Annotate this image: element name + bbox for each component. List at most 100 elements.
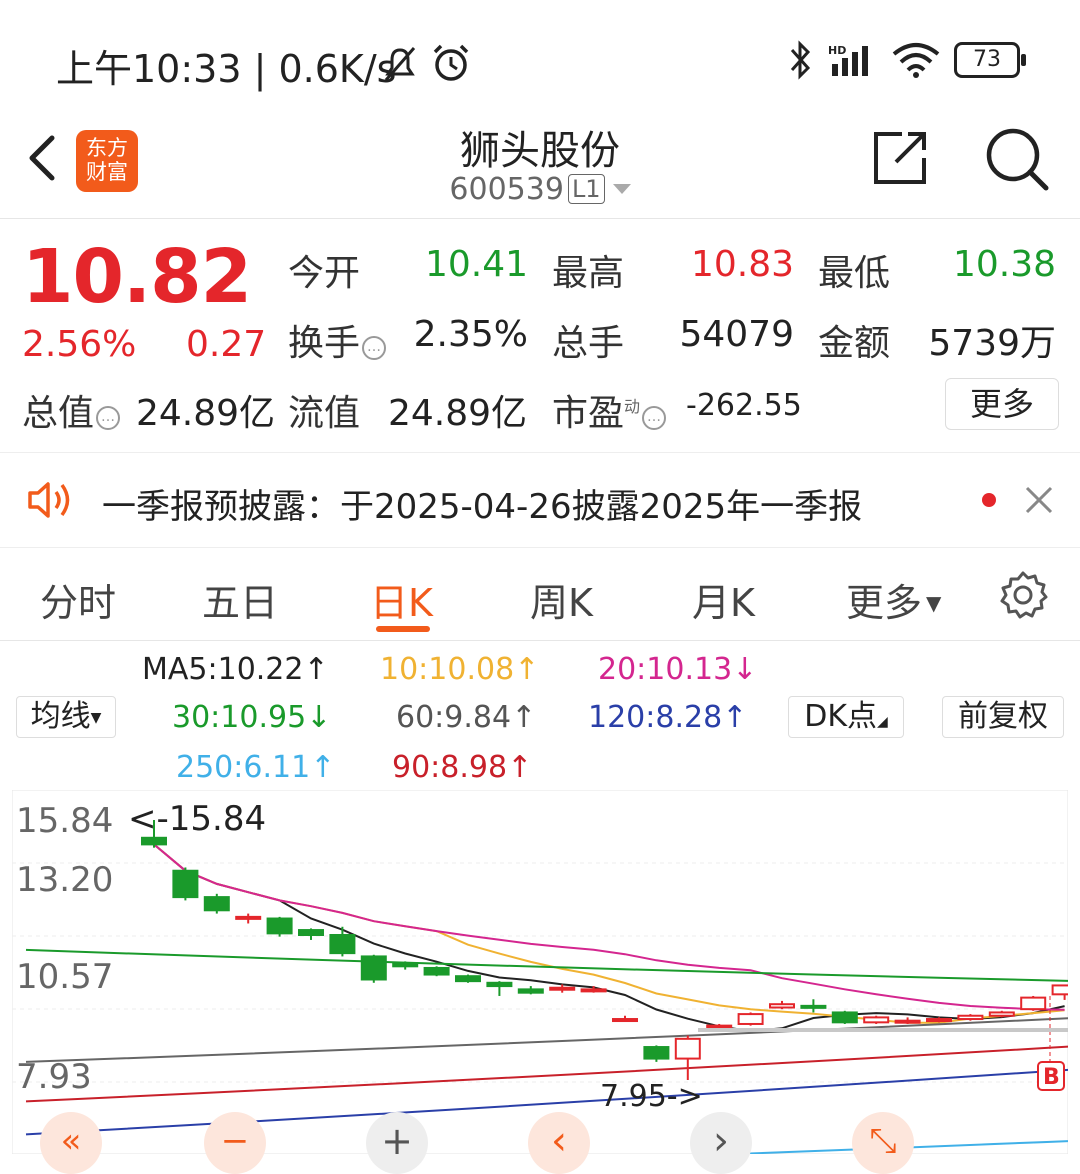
zoom-out-button[interactable]: −: [204, 1112, 266, 1174]
expand-button[interactable]: ⤡: [852, 1112, 914, 1174]
tab-intraday[interactable]: 分时: [40, 572, 116, 627]
rewind-button[interactable]: «: [40, 1112, 102, 1174]
mktcap-label-row[interactable]: 总值…: [22, 384, 121, 436]
mktcap-value: 24.89亿: [136, 393, 276, 434]
battery-indicator: 73: [954, 42, 1026, 78]
tab-monthly-k[interactable]: 月K: [692, 572, 755, 627]
mktcap-label: 总值: [22, 393, 95, 434]
pe-label: 市盈: [552, 393, 625, 434]
dk-point-button[interactable]: DK点◢: [788, 696, 904, 738]
pe-label-row[interactable]: 市盈动…: [552, 384, 667, 436]
candle: [360, 955, 387, 981]
status-right-icons: HD 73: [786, 40, 1026, 80]
tab-more[interactable]: 更多 ▼: [846, 572, 941, 627]
ma5-line: [153, 843, 1065, 1033]
info-icon: …: [362, 336, 387, 360]
speaker-icon: [28, 482, 70, 518]
candle: [203, 896, 230, 912]
info-icon: …: [642, 406, 667, 430]
float-label: 流值: [288, 393, 361, 434]
candle: [957, 1014, 984, 1021]
stock-header: 东方 财富 狮头股份 600539 L1: [0, 110, 1080, 219]
bluetooth-icon: [790, 40, 811, 80]
ma-selector[interactable]: 均线▼: [16, 696, 116, 738]
zoom-in-button[interactable]: +: [366, 1112, 428, 1174]
open-label: 今开: [288, 253, 361, 294]
current-price: 10.82: [22, 234, 252, 320]
adjust-button[interactable]: 前复权: [942, 696, 1064, 738]
corner-triangle-icon: ◢: [877, 714, 888, 730]
candle: [643, 1046, 670, 1060]
low-label: 最低: [818, 253, 891, 294]
dropdown-triangle-icon: ▼: [90, 710, 102, 726]
high-annotation: <-15.84: [128, 799, 266, 839]
candle: [172, 869, 199, 899]
volume-value: 54079: [679, 314, 794, 355]
candle: [674, 1037, 701, 1060]
ma90-value: 90:8.98↑: [392, 750, 533, 785]
high-value: 10.83: [690, 244, 794, 285]
open-value: 10.41: [424, 244, 528, 285]
candle: [831, 1011, 858, 1024]
gear-icon[interactable]: [998, 570, 1048, 620]
y-tick-label: 13.20: [16, 860, 113, 900]
candle: [580, 988, 607, 993]
prev-button[interactable]: ‹: [528, 1112, 590, 1174]
ma20-value: 20:10.13↓: [598, 652, 758, 687]
level-badge: L1: [567, 174, 605, 204]
candle: [769, 1003, 795, 1009]
svg-text:HD: HD: [828, 44, 846, 57]
candle: [800, 1004, 827, 1009]
tab-five-day[interactable]: 五日: [202, 572, 278, 627]
candle: [423, 966, 450, 976]
wifi-icon: [892, 43, 940, 78]
high-label: 最高: [552, 253, 625, 294]
candle: [612, 1018, 638, 1023]
tab-weekly-k[interactable]: 周K: [530, 572, 593, 627]
volume-label: 总手: [552, 323, 625, 364]
candle: [1020, 996, 1047, 1011]
candle: [894, 1019, 921, 1024]
amount-label: 金额: [818, 323, 891, 364]
dropdown-triangle-icon: ▼: [926, 591, 942, 615]
y-tick-label: 15.84: [16, 801, 113, 841]
next-button[interactable]: ›: [690, 1112, 752, 1174]
ma120-value: 120:8.28↑: [588, 700, 748, 735]
status-bar: 上午10:33 | 0.6K/s HD 73: [0, 0, 1080, 110]
candle: [298, 929, 324, 937]
tab-daily-k[interactable]: 日K: [370, 572, 433, 627]
turnover-label: 换手: [288, 323, 361, 364]
ma250-value: 250:6.11↑: [176, 750, 336, 785]
y-tick-label: 10.57: [16, 957, 113, 997]
candle: [329, 934, 356, 955]
candle: [235, 915, 262, 920]
ma5-value: MA5:10.22↑: [142, 652, 329, 687]
status-time: 上午10:33 | 0.6K/s: [56, 47, 397, 91]
tab-more-label: 更多: [846, 581, 923, 625]
ma60-value: 60:9.84↑: [396, 700, 537, 735]
close-icon[interactable]: [1024, 485, 1054, 515]
info-icon: …: [96, 406, 121, 430]
amount-value: 5739万: [928, 323, 1056, 364]
candle: [549, 986, 576, 991]
candle: [486, 981, 513, 988]
low-annotation: 7.95->: [600, 1079, 703, 1114]
buy-marker-label: B: [1043, 1065, 1060, 1090]
more-quote-button[interactable]: 更多: [945, 378, 1059, 430]
change-percent: 2.56%: [22, 324, 137, 365]
candle: [926, 1018, 952, 1023]
change-amount: 0.27: [186, 324, 267, 365]
ma90-line: [25, 1045, 1068, 1103]
candle: [863, 1016, 890, 1024]
turnover-label-row[interactable]: 换手…: [288, 314, 387, 366]
candle: [1051, 984, 1068, 996]
share-icon[interactable]: [872, 128, 930, 186]
candle: [737, 1013, 764, 1025]
candle: [706, 1024, 733, 1029]
notice-text: 一季报预披露：于2025-04-26披露2025年一季报: [102, 487, 863, 527]
bell-muted-icon: [384, 47, 416, 81]
ma30-value: 30:10.95↓: [172, 700, 332, 735]
k-line-chart[interactable]: 15.84 13.20 10.57 7.93 <-15.84 7.95-> B: [12, 790, 1068, 1154]
notice-bar[interactable]: 一季报预披露：于2025-04-26披露2025年一季报: [0, 452, 1080, 548]
search-icon[interactable]: [984, 126, 1050, 192]
